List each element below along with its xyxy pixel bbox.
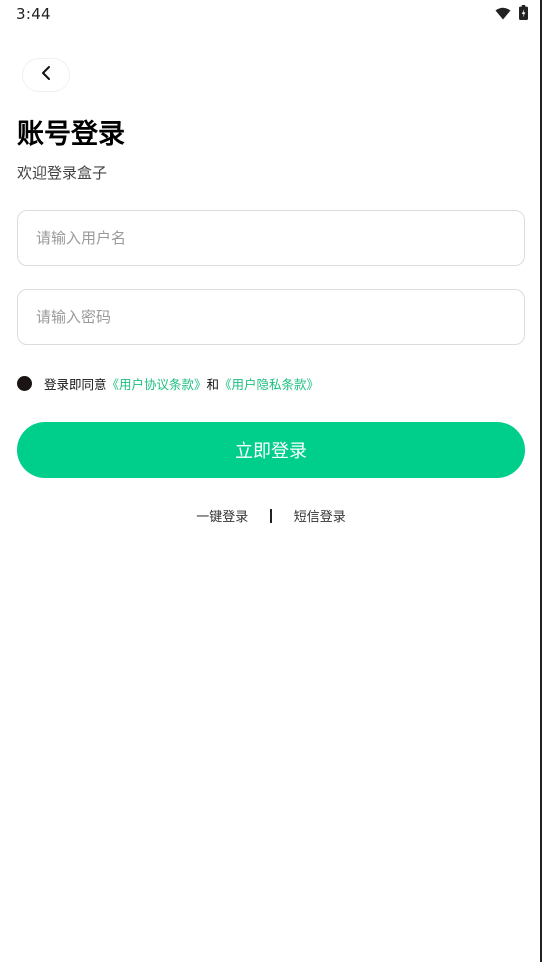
password-input[interactable]: [18, 290, 524, 344]
agreement-radio[interactable]: [17, 376, 32, 391]
page-subtitle: 欢迎登录盒子: [17, 164, 108, 182]
wifi-icon: [495, 5, 511, 24]
chevron-left-icon: [40, 65, 52, 85]
login-button[interactable]: 立即登录: [17, 422, 525, 478]
sms-login-link[interactable]: 短信登录: [294, 506, 346, 525]
status-time: 3:44: [16, 5, 51, 23]
username-field-container: [17, 210, 525, 266]
password-field-container: [17, 289, 525, 345]
agreement-conjunction: 和: [206, 377, 220, 392]
status-bar: 3:44: [0, 0, 540, 28]
back-button[interactable]: [23, 59, 69, 91]
divider: [270, 508, 272, 523]
agreement-prefix: 登录即同意: [44, 377, 107, 392]
one-click-login-link[interactable]: 一键登录: [196, 506, 248, 525]
username-input[interactable]: [18, 211, 524, 265]
battery-icon: [519, 4, 528, 24]
user-agreement-link[interactable]: 《用户协议条款》: [107, 374, 207, 393]
login-screen: 3:44 账号登录 欢迎登录盒子 请输入用户名 登录即同意 《用户协议条款》 和…: [0, 0, 542, 962]
page-title: 账号登录: [17, 119, 125, 150]
privacy-policy-link[interactable]: 《用户隐私条款》: [219, 374, 319, 393]
alternative-logins: 一键登录 短信登录: [0, 506, 542, 525]
agreement-row: 登录即同意 《用户协议条款》 和 《用户隐私条款》: [17, 374, 319, 393]
status-icons: [495, 4, 528, 24]
